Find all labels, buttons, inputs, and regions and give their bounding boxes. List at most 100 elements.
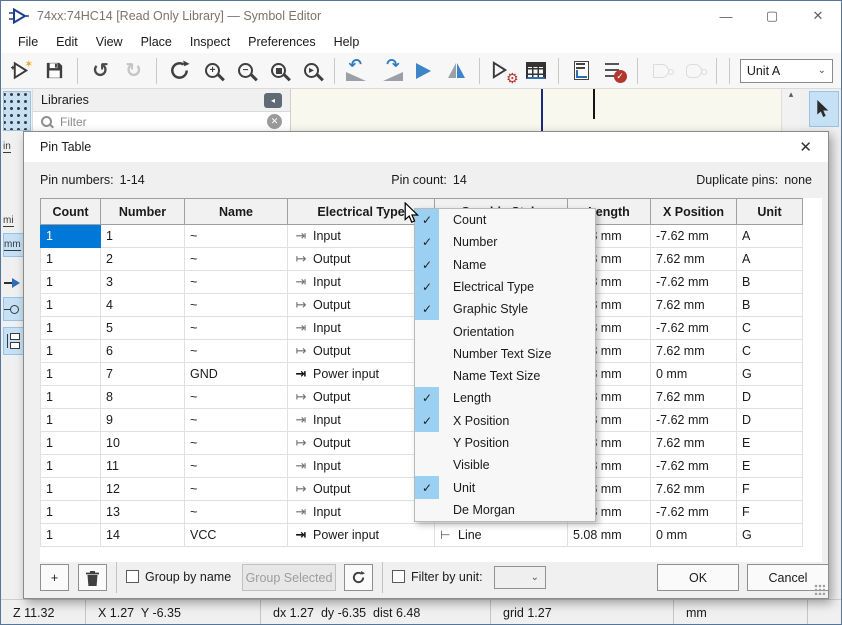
cell-unit[interactable]: G	[737, 524, 803, 547]
cell-x_position[interactable]: 7.62 mm	[651, 294, 737, 317]
column-menu-item-orientation[interactable]: Orientation	[415, 320, 595, 342]
zoom-out-button[interactable]: −	[230, 56, 261, 86]
menu-file[interactable]: File	[9, 35, 47, 49]
cell-number[interactable]: 3	[101, 271, 185, 294]
column-menu-item-name[interactable]: ✓Name	[415, 254, 595, 276]
cell-number[interactable]: 9	[101, 409, 185, 432]
cell-number[interactable]: 12	[101, 478, 185, 501]
pin-table-button[interactable]	[520, 56, 551, 86]
cell-unit[interactable]: E	[737, 432, 803, 455]
cell-number[interactable]: 4	[101, 294, 185, 317]
pin-tool-icon[interactable]	[3, 271, 25, 295]
cell-x_position[interactable]: 0 mm	[651, 524, 737, 547]
cell-electrical_type[interactable]: ↦Output	[288, 248, 435, 271]
zoom-fit-button[interactable]	[263, 56, 294, 86]
cell-name[interactable]: ~	[185, 225, 288, 248]
cell-electrical_type[interactable]: ⇥Input	[288, 409, 435, 432]
cell-length[interactable]: 5.08 mm	[568, 524, 651, 547]
mirror-vertical-button[interactable]	[441, 56, 472, 86]
cell-count[interactable]: 1	[41, 478, 101, 501]
cell-name[interactable]: ~	[185, 478, 288, 501]
cell-x_position[interactable]: -7.62 mm	[651, 225, 737, 248]
mirror-horizontal-button[interactable]	[408, 56, 439, 86]
cell-x_position[interactable]: 7.62 mm	[651, 340, 737, 363]
cell-number[interactable]: 6	[101, 340, 185, 363]
cell-x_position[interactable]: -7.62 mm	[651, 317, 737, 340]
cell-unit[interactable]: C	[737, 317, 803, 340]
canvas-scrollbar[interactable]: ▴	[781, 89, 800, 131]
grid-dots-button[interactable]	[3, 91, 31, 131]
select-tool-button[interactable]	[809, 91, 839, 127]
cell-electrical_type[interactable]: ⇥Input	[288, 501, 435, 524]
unit-mil-icon[interactable]: mi	[3, 209, 25, 233]
cell-count[interactable]: 1	[41, 317, 101, 340]
add-pin-button[interactable]: +	[40, 564, 69, 591]
cell-x_position[interactable]: -7.62 mm	[651, 271, 737, 294]
cell-graphic_style[interactable]: ⊢Line	[435, 524, 568, 547]
cell-count[interactable]: 1	[41, 271, 101, 294]
cell-x_position[interactable]: 7.62 mm	[651, 432, 737, 455]
cell-count[interactable]: 1	[41, 432, 101, 455]
zoom-selection-button[interactable]: ▸	[296, 56, 327, 86]
cell-number[interactable]: 10	[101, 432, 185, 455]
undo-button[interactable]: ↺	[85, 56, 116, 86]
cell-electrical_type[interactable]: ↦Output	[288, 386, 435, 409]
cell-electrical_type[interactable]: ⇥Input	[288, 271, 435, 294]
column-menu-item-number-text-size[interactable]: Number Text Size	[415, 343, 595, 365]
menu-inspect[interactable]: Inspect	[181, 35, 239, 49]
unit-inch-icon[interactable]: in	[3, 135, 25, 159]
cell-unit[interactable]: E	[737, 455, 803, 478]
save-button[interactable]	[39, 56, 70, 86]
column-menu-item-unit[interactable]: ✓Unit	[415, 476, 595, 498]
column-menu-item-name-text-size[interactable]: Name Text Size	[415, 365, 595, 387]
cell-electrical_type[interactable]: ⇥Input	[288, 317, 435, 340]
cell-unit[interactable]: F	[737, 478, 803, 501]
cell-electrical_type[interactable]: ↦Output	[288, 478, 435, 501]
cell-count[interactable]: 1	[41, 409, 101, 432]
cell-unit[interactable]: B	[737, 294, 803, 317]
cell-x_position[interactable]: 7.62 mm	[651, 248, 737, 271]
cell-x_position[interactable]: 7.62 mm	[651, 478, 737, 501]
symbol-properties-button[interactable]: ⚙	[487, 56, 518, 86]
cell-count[interactable]: 1	[41, 501, 101, 524]
cell-number[interactable]: 1	[101, 225, 185, 248]
cell-electrical_type[interactable]: ↦Output	[288, 294, 435, 317]
cell-electrical_type[interactable]: ↦Output	[288, 432, 435, 455]
column-menu-item-electrical-type[interactable]: ✓Electrical Type	[415, 276, 595, 298]
rotate-ccw-button[interactable]: ↶	[342, 56, 373, 86]
menu-edit[interactable]: Edit	[47, 35, 87, 49]
column-menu-item-length[interactable]: ✓Length	[415, 387, 595, 409]
delete-pin-button[interactable]	[78, 564, 107, 591]
rotate-cw-button[interactable]: ↷	[375, 56, 406, 86]
cell-unit[interactable]: A	[737, 248, 803, 271]
cell-name[interactable]: ~	[185, 455, 288, 478]
column-menu-item-count[interactable]: ✓Count	[415, 209, 595, 231]
cell-electrical_type[interactable]: ⇥Power input	[288, 524, 435, 547]
cell-name[interactable]: ~	[185, 409, 288, 432]
cell-number[interactable]: 8	[101, 386, 185, 409]
schematic-canvas[interactable]	[291, 89, 781, 131]
resize-grip[interactable]	[814, 584, 825, 595]
filter-input[interactable]	[58, 114, 261, 130]
unit-filter-dropdown[interactable]: ⌄	[494, 566, 546, 589]
cell-x_position[interactable]: -7.62 mm	[651, 455, 737, 478]
cell-number[interactable]: 5	[101, 317, 185, 340]
cell-count[interactable]: 1	[41, 455, 101, 478]
cell-count[interactable]: 1	[41, 294, 101, 317]
refresh-grid-button[interactable]	[344, 564, 373, 591]
unit-mm-icon[interactable]: mm	[3, 233, 25, 257]
cell-x_position[interactable]: -7.62 mm	[651, 501, 737, 524]
cell-number[interactable]: 11	[101, 455, 185, 478]
cell-count[interactable]: 1	[41, 363, 101, 386]
cell-electrical_type[interactable]: ↦Output	[288, 340, 435, 363]
cell-name[interactable]: ~	[185, 501, 288, 524]
cell-x_position[interactable]: 7.62 mm	[651, 386, 737, 409]
cell-name[interactable]: ~	[185, 432, 288, 455]
cell-unit[interactable]: B	[737, 271, 803, 294]
close-button[interactable]: ✕	[795, 1, 841, 31]
menu-preferences[interactable]: Preferences	[239, 35, 324, 49]
column-header-unit[interactable]: Unit	[737, 199, 803, 225]
dialog-close-icon[interactable]: ✕	[799, 138, 812, 156]
cell-count[interactable]: 1	[41, 524, 101, 547]
new-symbol-button[interactable]: ✶	[6, 56, 37, 86]
